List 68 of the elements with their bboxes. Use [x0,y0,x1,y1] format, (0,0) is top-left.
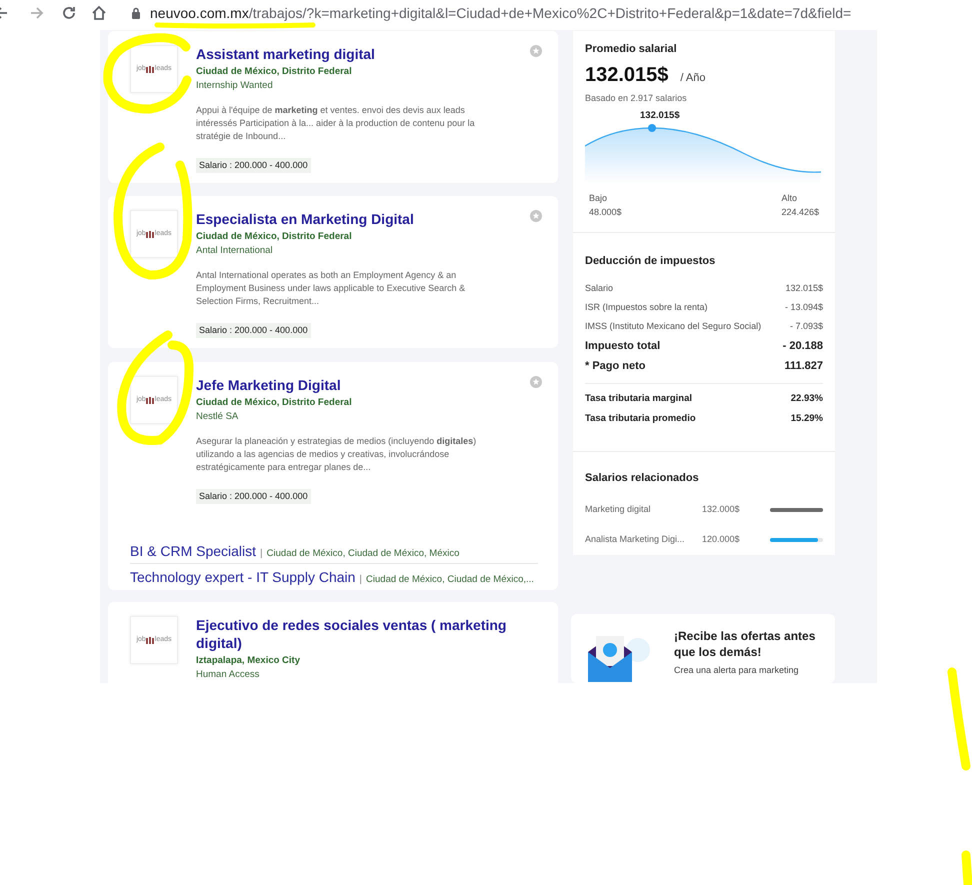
section-heading: Salarios relacionados [585,471,700,486]
tax-value: - 20.188 [782,339,823,354]
tax-label: Impuesto total [585,339,660,354]
rate-label: Tasa tributaria marginal [585,392,692,406]
related-salary-value: 120.000$ [702,532,741,546]
related-job-link[interactable]: Technology expert - IT Supply Chain [130,567,356,588]
related-job-location: Ciudad de México, Ciudad de México,... [366,573,534,587]
company-name: Internship Wanted [196,79,274,94]
tax-value: 132.015$ [785,282,823,296]
related-job-location: Ciudad de México, Ciudad de México, México [266,547,460,561]
range-label: Alto [781,192,797,205]
job-location: Ciudad de México, Distrito Federal [196,65,353,79]
people-icon [146,396,155,404]
rate-value: 15.29% [790,412,823,426]
job-description: Antal International operates as both an Employment Agency & an Employment Business under laws applicable to Executive Search & Selection Firms, Recruitment... [196,268,466,308]
rate-value: 22.93% [790,392,823,406]
job-description: Appui à l'équipe de marketing et ventes. envoi des devis aux leads intéressés Participation à la... aider à la production de contenu pour la stratégie de Inbound... [196,104,476,142]
rate-label: Tasa tributaria promedio [585,412,696,426]
section-heading: Deducción de impuestos [585,254,716,269]
job-description: Asegurar la planeación y estrategias de medios (incluyendo digitales) utilizando a las agencias de medios y creativas, involucrándose estratégicamente para entregar planes de... [196,434,478,474]
related-salary-link[interactable]: Analista Marketing Digi... [585,532,702,546]
tax-label: IMSS (Instituto Mexicano del Seguro Social) [585,320,762,334]
job-location: Ciudad de México, Distrito Federal [196,396,353,410]
lock-icon [131,7,141,19]
job-title[interactable]: Jefe Marketing Digital [196,376,526,394]
tax-value: 111.827 [784,359,823,374]
people-icon [146,636,155,644]
related-salary-value: 132.000$ [702,502,741,516]
job-title[interactable]: Assistant marketing digital [196,45,526,63]
company-name: Human Access [196,668,260,682]
job-title[interactable]: Especialista en Marketing Digital [196,210,526,228]
home-icon[interactable] [91,5,107,21]
company-name: Antal International [196,244,274,258]
range-value: 48.000$ [589,206,622,218]
separator: | [359,573,362,587]
peak-label: 132.015$ [640,109,680,123]
salary-tag: Salario : 200.000 - 400.000 [196,158,311,173]
people-icon [146,65,155,73]
star-icon[interactable] [530,45,542,57]
salary-period: / Año [680,70,706,86]
separator: | [260,547,263,561]
alert-text: Crea una alerta para marketing [674,664,800,677]
tax-label: ISR (Impuestos sobre la renta) [585,301,708,314]
star-icon[interactable] [530,376,542,388]
tax-value: - 13.094$ [784,301,823,314]
job-location: Iztapalapa, Mexico City [196,654,302,668]
related-job-link[interactable]: BI & CRM Specialist [130,541,256,562]
address-bar[interactable]: neuvoo.com.mx/trabajos/?k=marketing+digital&l=Ciudad+de+Mexico%2C+Distrito+Federal&p=1&date=7d&field= [150,2,852,24]
highlighter-stroke [962,850,972,885]
range-label: Bajo [589,192,608,205]
salary-tag: Salario : 200.000 - 400.000 [196,322,311,338]
alert-title: ¡Recibe las ofertas antes que los demás! [674,628,816,660]
star-icon[interactable] [530,210,542,222]
salary-tag: Salario : 200.000 - 400.000 [196,488,311,504]
related-salary-link[interactable]: Marketing digital [585,502,702,516]
job-location: Ciudad de México, Distrito Federal [196,230,353,244]
job-title[interactable]: Ejecutivo de redes sociales ventas ( marketing digital) [196,616,526,652]
forward-icon[interactable] [30,6,44,20]
salary-amount: 132.015$ [585,62,668,88]
tax-label: * Pago neto [585,359,646,374]
section-heading: Promedio salarial [585,42,678,57]
tax-label: Salario [585,282,614,296]
tax-value: - 7.093$ [790,320,823,334]
salary-basis: Basado en 2.917 salarios [585,92,688,104]
company-name: Nestlé SA [196,410,240,424]
people-icon [146,230,155,238]
range-value: 224.426$ [781,206,819,218]
reload-icon[interactable] [61,5,77,21]
